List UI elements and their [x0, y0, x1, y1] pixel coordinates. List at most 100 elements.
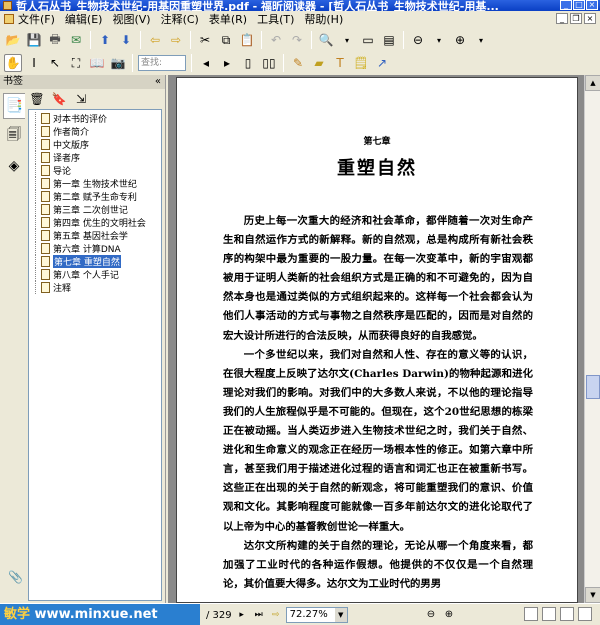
- add-bookmark-icon[interactable]: 🔖: [52, 92, 67, 106]
- forward-icon[interactable]: ⇨: [167, 31, 185, 49]
- bookmark-item[interactable]: 第五章 基因社会学: [29, 229, 161, 242]
- bookmark-item[interactable]: 译者序: [29, 151, 161, 164]
- minimize-icon[interactable]: _: [560, 0, 572, 10]
- document-view[interactable]: 第七章 重塑自然 历史上每一次重大的经济和社会革命，都伴随着一次对生命产生和自然…: [168, 75, 600, 603]
- fit-width-icon[interactable]: ▤: [380, 31, 398, 49]
- cut-icon[interactable]: ✂: [196, 31, 214, 49]
- back-icon[interactable]: ⇦: [146, 31, 164, 49]
- bookmark-item[interactable]: 第一章 生物技术世纪: [29, 177, 161, 190]
- bookmark-item[interactable]: 注释: [29, 281, 161, 294]
- zoom-out-icon[interactable]: ⊖: [409, 31, 427, 49]
- zoom-out-icon[interactable]: ⊖: [424, 607, 438, 621]
- document-icon[interactable]: [4, 14, 14, 24]
- bookmark-item[interactable]: 第四章 优生的文明社会: [29, 216, 161, 229]
- email-icon[interactable]: ✉: [67, 31, 85, 49]
- two-page-icon[interactable]: ▯▯: [260, 54, 278, 72]
- continuous-view-icon[interactable]: [542, 607, 556, 621]
- dropdown-icon[interactable]: ▾: [430, 31, 448, 49]
- bookmark-label: 作者简介: [53, 128, 90, 138]
- delete-bookmark-icon[interactable]: 🗑: [29, 92, 44, 106]
- menu-edit[interactable]: 编辑(E): [65, 11, 103, 27]
- zoom-in-icon[interactable]: ⊕: [442, 607, 456, 621]
- bookmark-item[interactable]: 第七章 重塑自然: [29, 255, 161, 268]
- select-text-icon[interactable]: Ⅰ: [25, 54, 43, 72]
- arrow-tool-icon[interactable]: ↗: [373, 54, 391, 72]
- dropdown-icon[interactable]: ▾: [472, 31, 490, 49]
- zoom-select[interactable]: 72.27% ▼: [285, 607, 348, 623]
- panel-title: 书签: [3, 76, 23, 87]
- menu-file[interactable]: 文件(F): [18, 11, 55, 27]
- paste-icon[interactable]: 📋: [238, 31, 256, 49]
- page-navigation: / 329 ▸ ⏭ ⇨ 72.27% ▼: [206, 607, 348, 623]
- bookmark-item[interactable]: 第六章 计算DNA: [29, 242, 161, 255]
- bookmark-options-icon[interactable]: ⇲: [74, 92, 88, 106]
- menu-help[interactable]: 帮助(H): [304, 11, 343, 27]
- highlight-icon[interactable]: ▰: [310, 54, 328, 72]
- bookmark-page-icon: [41, 191, 50, 202]
- zoom-tool-icon[interactable]: 🔍: [317, 31, 335, 49]
- doc-close-icon[interactable]: ×: [584, 13, 596, 24]
- toolbar-separator: [90, 31, 91, 49]
- bookmark-item[interactable]: 中文版序: [29, 138, 161, 151]
- menu-view[interactable]: 视图(V): [112, 11, 150, 27]
- print-icon[interactable]: 🖶: [46, 31, 64, 49]
- paperclip-icon[interactable]: 📎: [8, 570, 23, 584]
- note-icon[interactable]: 🗒: [352, 54, 370, 72]
- page-down-icon[interactable]: ⬇: [117, 31, 135, 49]
- find-next-icon[interactable]: ▸: [218, 54, 236, 72]
- book-icon[interactable]: 📖: [88, 54, 106, 72]
- chevron-down-icon[interactable]: ▼: [334, 608, 347, 622]
- close-icon[interactable]: ×: [586, 0, 598, 10]
- undo-icon[interactable]: ↶: [267, 31, 285, 49]
- dropdown-icon[interactable]: ▾: [338, 31, 356, 49]
- bookmark-item[interactable]: 第二章 赋予生命专利: [29, 190, 161, 203]
- camera-icon[interactable]: 📷: [109, 54, 127, 72]
- bookmark-item[interactable]: 作者简介: [29, 125, 161, 138]
- paragraph: 一个多世纪以来，我们对自然和人性、存在的意义等的认识，在很大程度上反映了达尔文(…: [223, 348, 533, 533]
- page-icon[interactable]: ▯: [239, 54, 257, 72]
- bookmark-page-icon: [41, 282, 50, 293]
- menu-form[interactable]: 表单(R): [209, 11, 247, 27]
- vertical-scrollbar[interactable]: ▲ ▼: [584, 75, 600, 603]
- bookmark-page-icon: [41, 113, 50, 124]
- pointer-icon[interactable]: ↖: [46, 54, 64, 72]
- bookmark-item[interactable]: 第八章 个人手记: [29, 268, 161, 281]
- pencil-icon[interactable]: ✎: [289, 54, 307, 72]
- toolbar-separator: [132, 54, 133, 72]
- fit-page-icon[interactable]: ▭: [359, 31, 377, 49]
- next-page-icon[interactable]: ▸: [235, 608, 249, 622]
- snapshot-icon[interactable]: ⛶: [67, 54, 85, 72]
- scroll-up-icon[interactable]: ▲: [585, 75, 600, 91]
- hand-tool-icon[interactable]: ✋: [4, 54, 22, 72]
- continuous-facing-view-icon[interactable]: [578, 607, 592, 621]
- typewriter-icon[interactable]: T: [331, 54, 349, 72]
- collapse-panel-icon[interactable]: «: [155, 75, 161, 89]
- menu-tools[interactable]: 工具(T): [257, 11, 294, 27]
- toolbar-separator: [261, 31, 262, 49]
- bookmark-item[interactable]: 对本书的评价: [29, 112, 161, 125]
- scroll-down-icon[interactable]: ▼: [585, 587, 600, 603]
- scroll-thumb[interactable]: [586, 375, 600, 399]
- zoom-in-icon[interactable]: ⊕: [451, 31, 469, 49]
- bookmark-item[interactable]: 导论: [29, 164, 161, 177]
- find-prev-icon[interactable]: ◂: [197, 54, 215, 72]
- doc-minimize-icon[interactable]: _: [556, 13, 568, 24]
- bookmark-item[interactable]: 第三章 二次创世记: [29, 203, 161, 216]
- facing-view-icon[interactable]: [560, 607, 574, 621]
- maximize-icon[interactable]: □: [573, 0, 585, 10]
- go-forward-icon[interactable]: ⇨: [269, 608, 283, 622]
- page-up-icon[interactable]: ⬆: [96, 31, 114, 49]
- single-page-view-icon[interactable]: [524, 607, 538, 621]
- layers-tab-icon[interactable]: ◈: [3, 153, 25, 179]
- toolbar-separator: [403, 31, 404, 49]
- pages-tab-icon[interactable]: 🗐: [3, 123, 25, 149]
- save-icon[interactable]: 💾: [25, 31, 43, 49]
- doc-restore-icon[interactable]: ❐: [570, 13, 582, 24]
- find-input[interactable]: 查找:: [138, 55, 186, 71]
- bookmarks-tab-icon[interactable]: 📑: [3, 93, 25, 119]
- copy-icon[interactable]: ⧉: [217, 31, 235, 49]
- redo-icon[interactable]: ↷: [288, 31, 306, 49]
- open-icon[interactable]: 📂: [4, 31, 22, 49]
- last-page-icon[interactable]: ⏭: [252, 608, 266, 622]
- menu-comment[interactable]: 注释(C): [161, 11, 199, 27]
